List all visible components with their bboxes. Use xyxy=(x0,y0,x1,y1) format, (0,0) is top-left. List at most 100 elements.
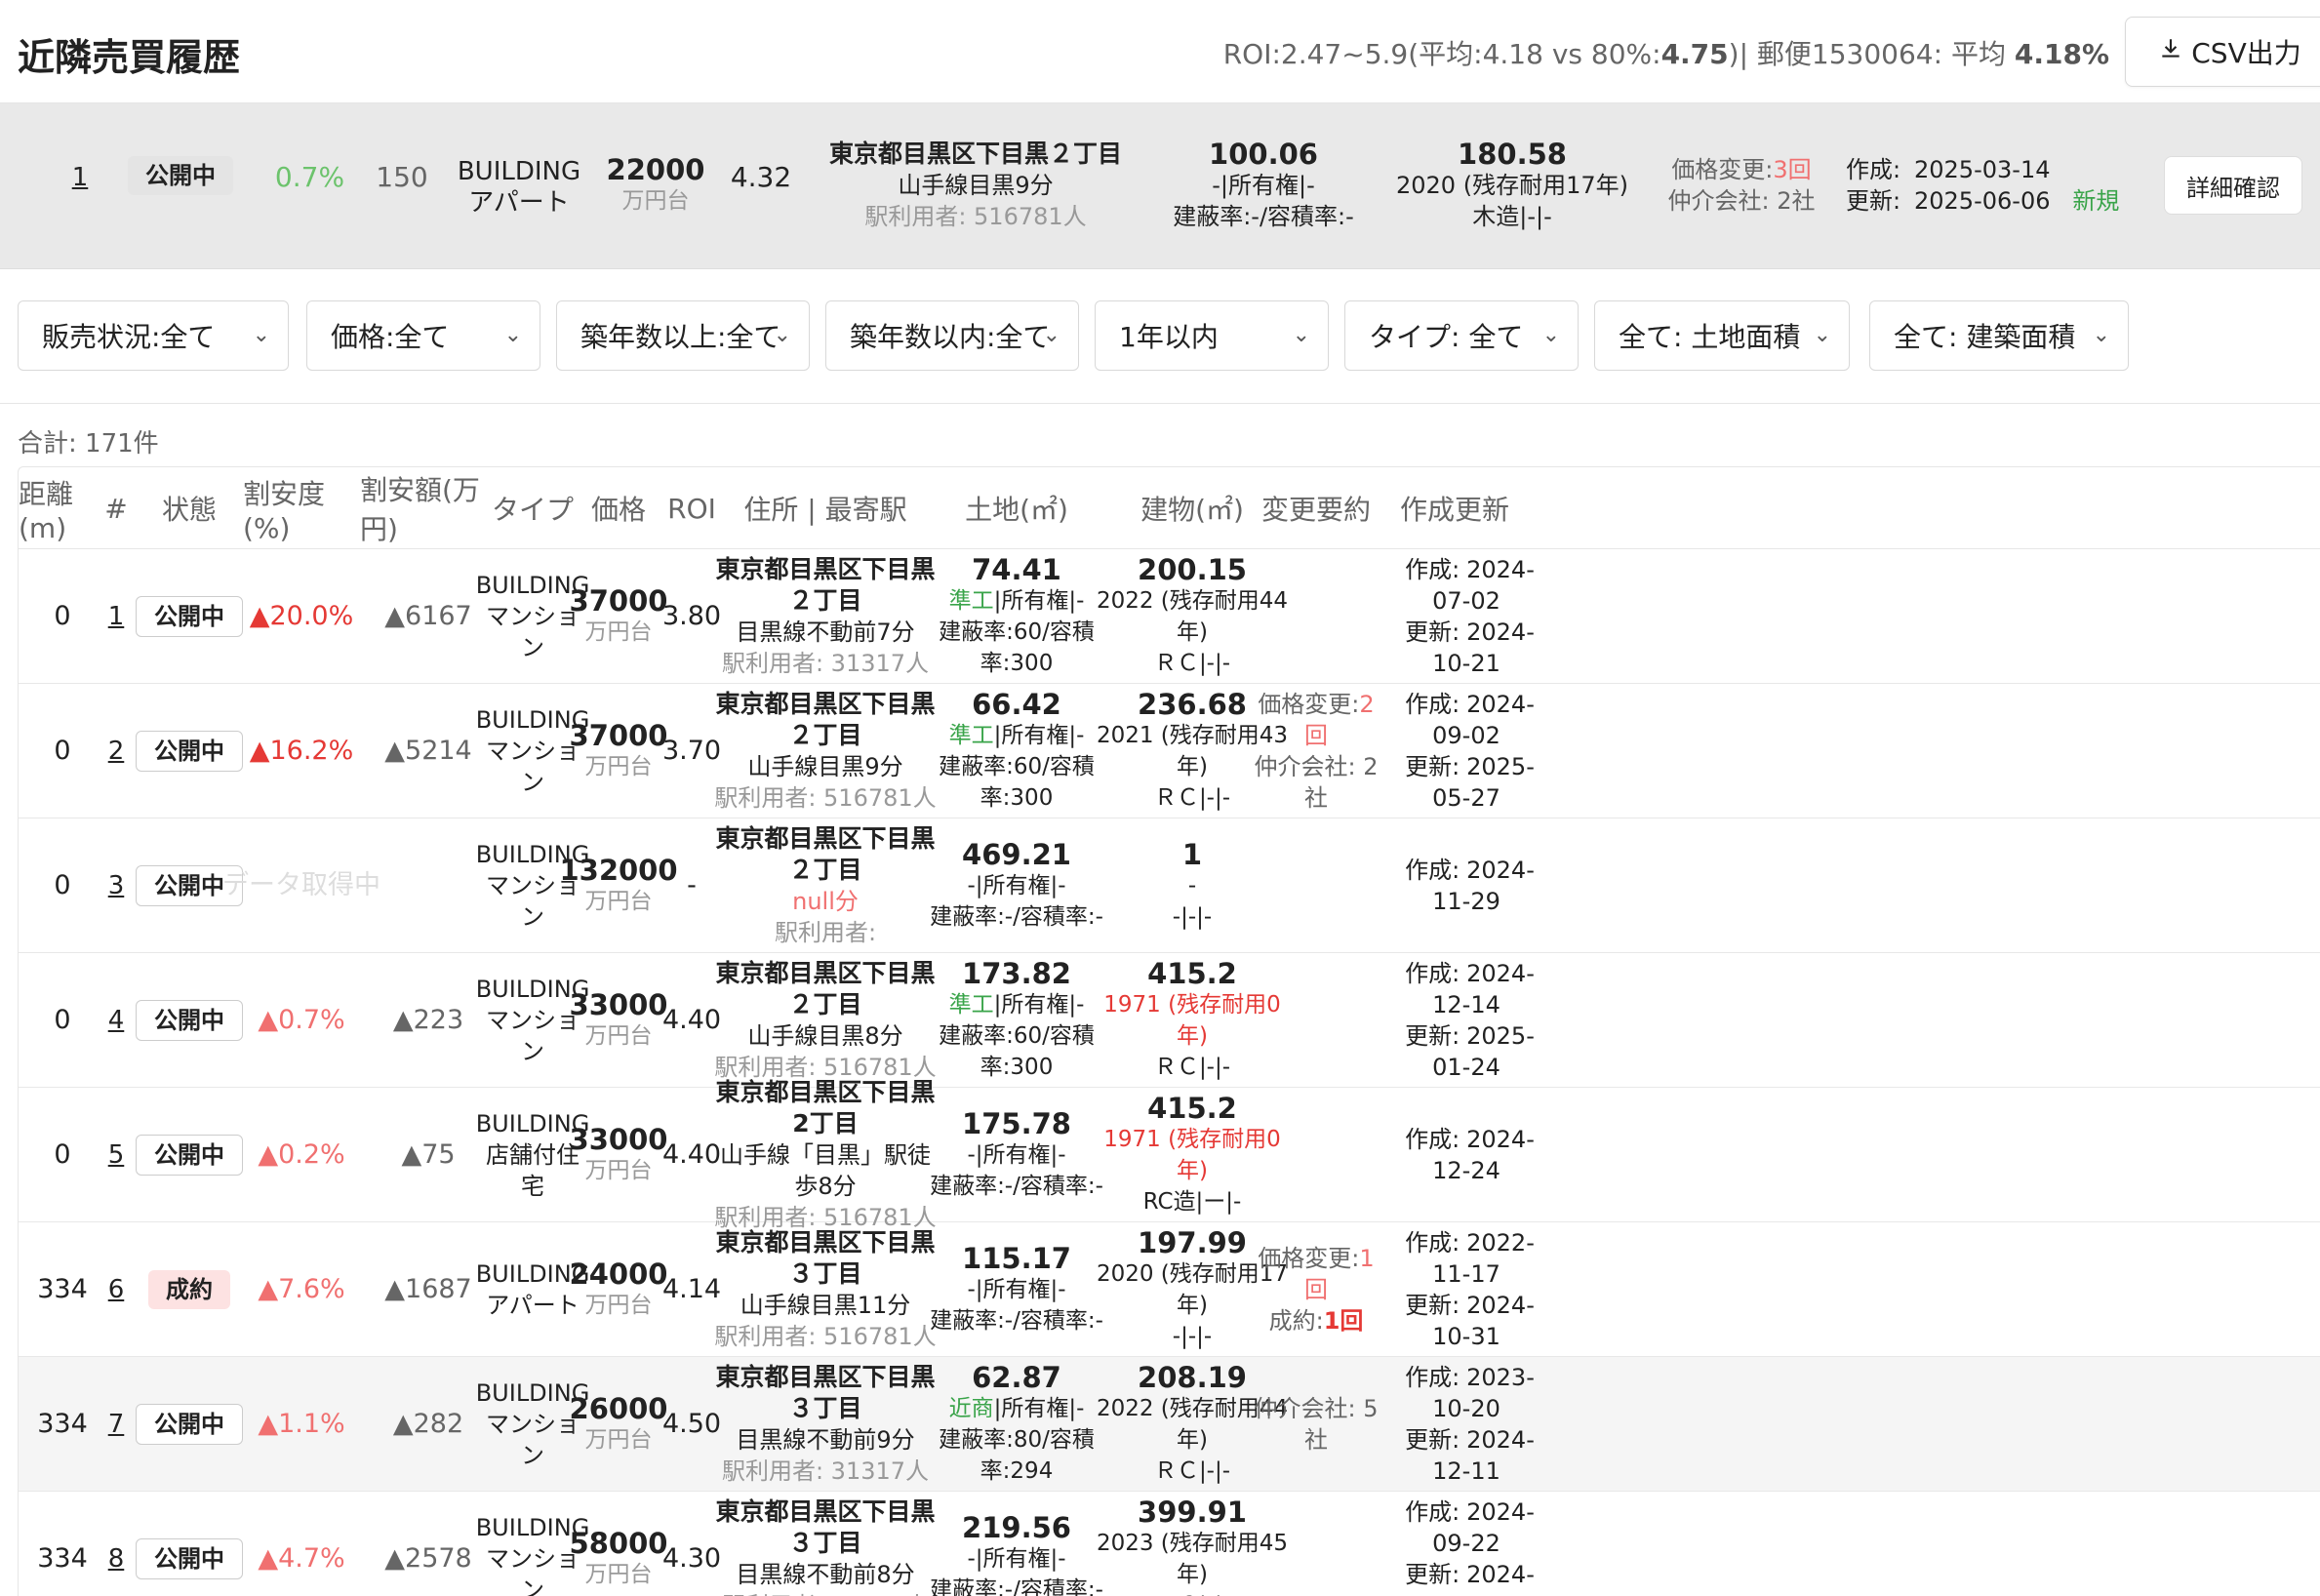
col-dates: 作成:2024-09-22更新:2024-10-21 xyxy=(1367,1492,1542,1596)
col-index: 3 xyxy=(97,818,136,953)
col-discount-amt: ▲2578 xyxy=(360,1492,497,1596)
chevron-down-icon: ⌄ xyxy=(2092,323,2110,347)
download-icon xyxy=(2158,36,2183,68)
col-address-header: 住所 | 最寄駅 xyxy=(743,494,907,526)
filter-age-min[interactable]: 築年数以上:全て ⌄ xyxy=(556,300,810,371)
land-ratio: 建蔽率:60/容積率:300 xyxy=(939,754,1095,811)
land-area: 219.56 xyxy=(962,1511,1071,1544)
col-discount-pct: ▲20.0% xyxy=(243,549,360,684)
land-rights: 準工|所有権|- xyxy=(949,585,1085,617)
discount-amount: ▲2578 xyxy=(384,1543,472,1574)
col-price: 24000 万円台 xyxy=(567,1222,670,1357)
updated-date: 更新: 2024-10-31 xyxy=(1390,1290,1542,1352)
col-land: 62.87 近商|所有権|- 建蔽率:80/容積率:294 xyxy=(924,1357,1109,1492)
change-secondary: 成約:1回 xyxy=(1269,1305,1364,1337)
table-row[interactable]: 334 8 公開中 ▲4.7% ▲2578 BUILDING マンション 58000 万円台 4.… xyxy=(19,1492,2320,1596)
subject-land-area: 100.06 xyxy=(1209,138,1318,171)
subject-type-en: BUILDING xyxy=(457,157,581,186)
change-secondary: 仲介会社: 2社 xyxy=(1254,751,1379,814)
change-price: 価格変更:1回 xyxy=(1254,1243,1379,1305)
address-text: 東京都目黒区下目黒３丁目 xyxy=(715,1497,936,1557)
subject-index-link[interactable]: 1 xyxy=(60,162,100,193)
updated-date: 更新: 2025-01-24 xyxy=(1390,1020,1542,1083)
col-status: 公開中 xyxy=(136,549,243,684)
filter-building-area[interactable]: 全て: 建築面積 ⌄ xyxy=(1869,300,2129,371)
subject-type-jp: アパート xyxy=(468,188,570,218)
col-land: 175.78 -|所有権|- 建蔽率:-/容積率:- xyxy=(924,1088,1109,1222)
row-index-link[interactable]: 7 xyxy=(108,1409,125,1440)
row-index-link[interactable]: 6 xyxy=(108,1274,125,1305)
filter-sales-status[interactable]: 販売状況:全て ⌄ xyxy=(18,300,289,371)
col-changes xyxy=(1254,818,1379,953)
row-index-link[interactable]: 5 xyxy=(108,1139,125,1171)
address-text: 東京都目黒区下目黒２丁目 xyxy=(715,824,936,884)
csv-export-button[interactable]: CSV出力 xyxy=(2125,17,2320,87)
col-price: 58000 万円台 xyxy=(567,1492,670,1596)
created-date: 作成: 2022-11-17 xyxy=(1390,1227,1542,1290)
table-row[interactable]: 334 7 公開中 ▲1.1% ▲282 BUILDING マンション 26000 万円台 4.5… xyxy=(19,1357,2320,1492)
table-row[interactable]: 0 3 公開中 データ取得中 BUILDING マンション 132000 万円台 - 東京都目黒区… xyxy=(19,818,2320,953)
discount-pct: ▲1.1% xyxy=(258,1409,345,1439)
filter-bar: 販売状況:全て ⌄ 価格:全て ⌄ 築年数以上:全て ⌄ 築年数以内:全て ⌄ 1年以内… xyxy=(0,269,2320,404)
filter-land-area[interactable]: 全て: 土地面積 ⌄ xyxy=(1594,300,1850,371)
col-dates: 作成: 2024-11-29 xyxy=(1367,818,1542,953)
building-structure: ＲＣ|-|- xyxy=(1153,1458,1231,1484)
col-distance: 334 xyxy=(19,1492,106,1596)
col-changes xyxy=(1254,549,1379,684)
building-structure: ＲＣ|-|- xyxy=(1153,1055,1231,1080)
station-text: null分 xyxy=(792,888,859,915)
created-label: 作成: xyxy=(1405,1364,1460,1391)
discount-pct: ▲20.0% xyxy=(249,601,354,631)
updated-date: 更新:2024-10-21 xyxy=(1390,1559,1542,1596)
land-rights: -|所有権|- xyxy=(967,1543,1065,1575)
land-ratio: 建蔽率:-/容積率:- xyxy=(930,1577,1103,1596)
created-date: 作成: 2024-12-14 xyxy=(1390,958,1542,1020)
land-area: 469.21 xyxy=(962,838,1071,871)
distance-value: 0 xyxy=(54,870,71,900)
filter-label: 販売状況:全て xyxy=(42,321,216,353)
discount-amount: ▲6167 xyxy=(384,601,472,631)
updated-date: 更新: 2024-12-11 xyxy=(1390,1424,1542,1487)
row-index-link[interactable]: 8 xyxy=(108,1543,125,1575)
table-row[interactable]: 0 1 公開中 ▲20.0% ▲6167 BUILDING マンション 37000 万円台 3.8… xyxy=(19,549,2320,684)
filter-type[interactable]: タイプ: 全て ⌄ xyxy=(1344,300,1579,371)
col-status: 公開中 xyxy=(136,1357,243,1492)
filter-price[interactable]: 価格:全て ⌄ xyxy=(306,300,540,371)
table-row[interactable]: 334 6 成約 ▲7.6% ▲1687 BUILDING アパート 24000 万円台 4.14… xyxy=(19,1222,2320,1357)
land-rights: -|所有権|- xyxy=(967,870,1065,901)
row-index-link[interactable]: 3 xyxy=(108,870,125,901)
price-unit: 万円台 xyxy=(584,754,653,779)
filter-label: 築年数以上:全て xyxy=(580,321,781,353)
building-area: 208.19 xyxy=(1138,1361,1247,1394)
address-text: 東京都目黒区下目黒２丁目 xyxy=(715,690,936,749)
col-distance: 0 xyxy=(19,953,106,1088)
filter-age-max[interactable]: 築年数以内:全て ⌄ xyxy=(825,300,1079,371)
col-changes xyxy=(1254,1492,1379,1596)
col-dates: 作成: 2024-09-02 更新: 2025-05-27 xyxy=(1367,684,1542,818)
detail-button[interactable]: 詳細確認 xyxy=(2164,156,2302,215)
table-row[interactable]: 0 5 公開中 ▲0.2% ▲75 BUILDING 店舗付住宅 33000 万円台 4.40 東京… xyxy=(19,1078,2320,1231)
table-row[interactable]: 0 2 公開中 ▲16.2% ▲5214 BUILDING マンション 37000 万円台 3.7… xyxy=(19,684,2320,818)
col-land-header: 土地(㎡) xyxy=(965,494,1068,526)
filter-period[interactable]: 1年以内 ⌄ xyxy=(1095,300,1329,371)
col-changes xyxy=(1254,953,1379,1088)
row-index-link[interactable]: 2 xyxy=(108,736,125,767)
updated-date: 更新:2024-10-21 xyxy=(1390,617,1542,679)
building-area: 1 xyxy=(1181,838,1203,871)
col-status-header: 状態 xyxy=(161,494,217,526)
page-header: 近隣売買履歴 ROI:2.47~5.9(平均:4.18 vs 80%:4.75)… xyxy=(0,0,2320,103)
row-index-link[interactable]: 4 xyxy=(108,1005,125,1036)
col-index: 8 xyxy=(97,1492,136,1596)
table-row[interactable]: 0 4 公開中 ▲0.7% ▲223 BUILDING マンション 33000 万円台 4.40 東… xyxy=(19,953,2320,1088)
subject-address-text: 東京都目黒区下目黒２丁目 xyxy=(828,140,1122,168)
subject-land-ratio: 建蔽率:-/容積率:- xyxy=(1173,203,1354,230)
created-label: 作成: xyxy=(1405,960,1460,987)
rights-text: -|所有権|- xyxy=(967,1546,1066,1572)
col-changes: 価格変更:1回 成約:1回 xyxy=(1254,1222,1379,1357)
col-status: 公開中 xyxy=(136,1492,243,1596)
row-index-link[interactable]: 1 xyxy=(108,601,125,632)
updated-label: 更新: xyxy=(1405,1426,1460,1454)
passengers-text: 駅利用者: 516781人 xyxy=(714,784,937,812)
building-structure: RC造|ー|- xyxy=(1142,1189,1242,1215)
land-ratio: 建蔽率:-/容積率:- xyxy=(930,1174,1103,1199)
